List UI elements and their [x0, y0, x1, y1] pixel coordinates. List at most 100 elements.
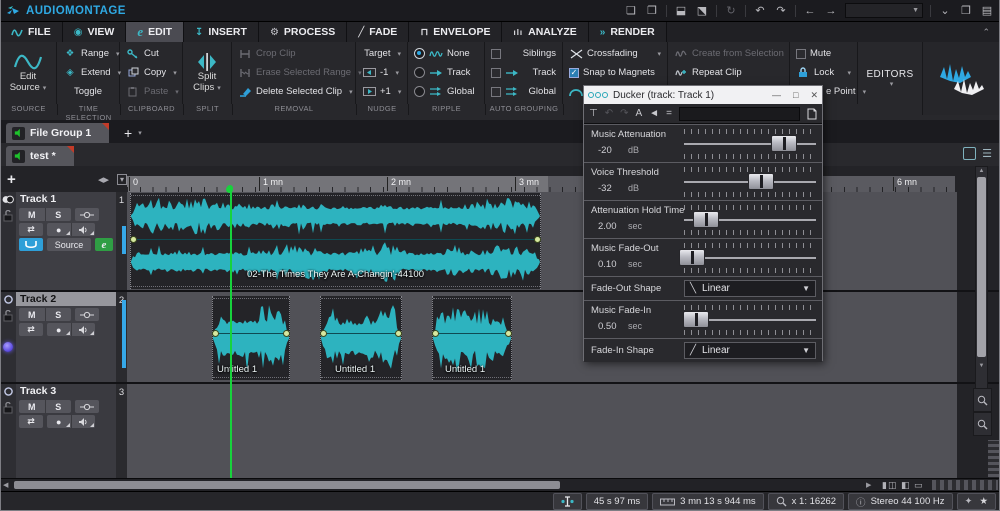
split-clips-button[interactable]: Split Clips▾ — [183, 42, 231, 104]
track3-monitor-button[interactable] — [75, 400, 99, 413]
track2-solo-button[interactable]: S — [46, 308, 72, 321]
track3-routing-button[interactable]: ⇄ — [19, 415, 43, 428]
track-separator[interactable] — [0, 382, 1000, 384]
erase-range-button[interactable]: Erase Selected Range▾ — [232, 63, 355, 82]
montage-tab-test[interactable]: test * — [6, 146, 74, 166]
volume-envelope-line[interactable] — [131, 239, 540, 240]
refresh-icon[interactable]: ↻ — [724, 4, 738, 17]
favorite-icon[interactable]: ★ — [979, 496, 988, 507]
fade-out-shape-dropdown[interactable]: ╲ Linear ▼ — [684, 280, 816, 297]
lock-open-icon[interactable] — [3, 402, 13, 414]
track2-scroll-indicator[interactable] — [122, 300, 126, 368]
vertical-zoom-shuttle[interactable] — [988, 440, 999, 477]
preset-reset-icon[interactable]: ⊤ — [589, 108, 598, 119]
envelope-node[interactable] — [395, 330, 402, 337]
tab-process[interactable]: ⚙ PROCESS — [259, 22, 347, 42]
tab-fade[interactable]: ╱ FADE — [347, 22, 409, 42]
track1-header[interactable]: Track 1 M S ⇄ ● — [0, 192, 116, 290]
track2-name[interactable]: Track 2 — [16, 292, 116, 306]
zoom-out-vertical-button[interactable] — [973, 412, 992, 436]
track1-mute-button[interactable]: M — [19, 208, 46, 221]
track2-clip-1[interactable]: Untitled 1 — [212, 296, 290, 380]
workspace-layout-icon[interactable]: ▤ — [980, 4, 994, 17]
track1-playback-button[interactable] — [72, 223, 96, 236]
ripple-track-radio[interactable]: Track — [408, 63, 484, 82]
autogroup-global-checkbox[interactable]: Global — [485, 82, 562, 101]
add-file-group-button[interactable]: +▾ — [118, 123, 148, 143]
ducker-title-bar[interactable]: Ducker (track: Track 1) — □ ✕ — [584, 86, 822, 104]
paste-button[interactable]: Paste▾ — [120, 82, 182, 101]
slider-handle[interactable] — [748, 173, 774, 190]
repeat-clip-button[interactable]: Repeat Clip — [668, 63, 789, 82]
track1-routing-button[interactable]: ⇄ — [19, 223, 43, 236]
volume-envelope-line[interactable] — [213, 333, 289, 334]
tab-envelope[interactable]: ⊓ ENVELOPE — [409, 22, 502, 42]
track2-header[interactable]: Track 2 M S ⇄ ● — [0, 292, 116, 382]
range-button[interactable]: ❖ Range▾ — [57, 44, 119, 63]
track1-effects-button[interactable]: e — [95, 238, 113, 251]
scroll-up-icon[interactable]: ▲ — [976, 168, 987, 174]
track1-name[interactable]: Track 1 — [16, 192, 116, 206]
list-view-icon[interactable]: ☰ — [982, 147, 992, 160]
length-display[interactable]: 3 mn 13 s 944 ms — [652, 493, 764, 510]
nav-forward-icon[interactable]: → — [824, 5, 838, 17]
voice-threshold-slider[interactable] — [684, 167, 816, 197]
tab-file[interactable]: FILE — [0, 22, 63, 42]
toggle-button[interactable]: Toggle — [57, 82, 119, 101]
playhead-head-icon[interactable] — [226, 186, 233, 193]
automation-icon[interactable]: A — [636, 108, 643, 119]
mute-checkbox[interactable]: Mute — [790, 44, 857, 63]
track3-record-button[interactable]: ● — [47, 415, 72, 428]
slider-handle[interactable] — [679, 249, 705, 266]
audio-format-display[interactable]: ⓘ Stereo 44 100 Hz — [848, 493, 952, 510]
music-fade-out-slider[interactable] — [684, 243, 816, 273]
track3-lane[interactable] — [127, 384, 957, 478]
tab-view[interactable]: ◉ VIEW — [63, 22, 127, 42]
undo-icon[interactable]: ↶ — [753, 4, 767, 17]
create-from-selection-button[interactable]: Create from Selection — [668, 44, 789, 63]
track1-ducker-button[interactable] — [19, 238, 43, 251]
zoom-in-vertical-button[interactable] — [973, 388, 992, 412]
zoom-display[interactable]: x 1: 16262 — [768, 493, 844, 510]
nav-back-icon[interactable]: ← — [803, 5, 817, 17]
slider-handle[interactable] — [693, 211, 719, 228]
track3-header[interactable]: Track 3 M S ⇄ ● — [0, 384, 116, 478]
track2-routing-button[interactable]: ⇄ — [19, 323, 43, 336]
collapse-ribbon-button[interactable]: ⌃ — [972, 22, 1000, 42]
track1-solo-button[interactable]: S — [46, 208, 72, 221]
envelope-node[interactable] — [432, 330, 439, 337]
hold-time-slider[interactable] — [684, 205, 816, 235]
music-fade-in-slider[interactable] — [684, 305, 816, 335]
nudge-minus-button[interactable]: -1▾ — [356, 63, 407, 82]
track3-solo-button[interactable]: S — [46, 400, 72, 413]
edit-source-button[interactable]: Edit Source▾ — [0, 42, 56, 104]
preset-selector[interactable] — [679, 107, 800, 121]
equals-icon[interactable]: = — [666, 108, 672, 119]
track2-record-button[interactable]: ● — [47, 323, 72, 336]
maximize-button[interactable]: □ — [793, 90, 798, 101]
time-ruler[interactable]: 0 1 mn 2 mn 3 mn 6 mn — [127, 176, 955, 192]
cut-button[interactable]: Cut — [120, 44, 182, 63]
nudge-plus-button[interactable]: +1▾ — [356, 82, 407, 101]
scroll-left-icon[interactable]: ◀ — [3, 481, 8, 489]
copy-button[interactable]: Copy▾ — [120, 63, 182, 82]
horizontal-scroll-thumb[interactable] — [14, 481, 560, 489]
open-file-icon[interactable]: ❐ — [645, 4, 659, 17]
track2-playback-button[interactable] — [72, 323, 96, 336]
history-dropdown[interactable]: ▼ — [845, 3, 923, 18]
horizontal-scrollbar[interactable]: ◀ ▶ ▮◫ ◧ ▭ — [0, 478, 1000, 491]
scroll-right-icon[interactable]: ▶ — [866, 481, 871, 489]
delete-clip-button[interactable]: Delete Selected Clip▾ — [232, 82, 355, 101]
envelope-node[interactable] — [320, 330, 327, 337]
horizontal-zoom-shuttle[interactable] — [932, 480, 998, 490]
envelope-node[interactable] — [212, 330, 219, 337]
edit-cursor-indicator[interactable] — [553, 493, 582, 510]
track1-source-button[interactable]: Source — [47, 238, 91, 251]
tab-insert[interactable]: ↧ INSERT — [184, 22, 259, 42]
group-editors[interactable]: EDITORS ▾ — [858, 42, 923, 115]
fold-tracks-icon[interactable]: ▾ — [117, 174, 127, 185]
music-attenuation-slider[interactable] — [684, 129, 816, 159]
track1-monitor-button[interactable] — [75, 208, 99, 221]
track3-playback-button[interactable] — [72, 415, 96, 428]
file-group-tab[interactable]: File Group 1 — [6, 123, 109, 143]
